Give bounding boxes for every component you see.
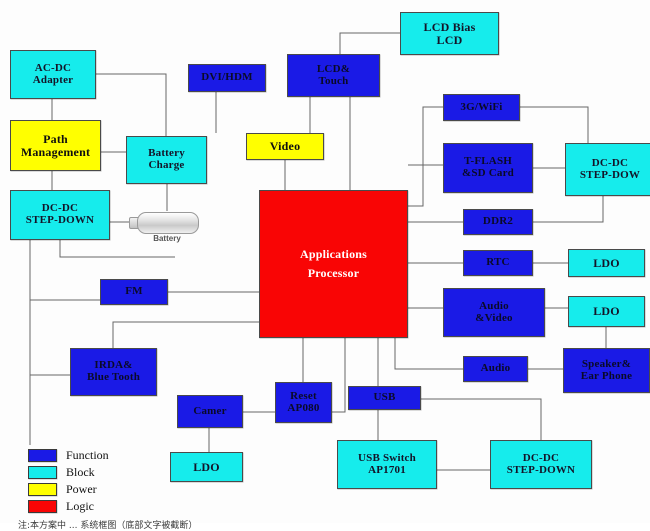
node-ldo-camera[interactable]: LDO xyxy=(170,452,243,482)
node-line: Path xyxy=(43,131,68,146)
legend-item-function: Function xyxy=(28,447,109,463)
node-ac-dc-adapter[interactable]: AC-DC Adapter xyxy=(10,50,96,99)
node-line: DC-DC xyxy=(591,156,629,169)
node-line: &SD Card xyxy=(461,167,515,179)
node-line: LCD& xyxy=(316,62,351,75)
legend-label: Block xyxy=(66,464,95,479)
legend-label: Function xyxy=(66,447,109,462)
node-line: Touch xyxy=(318,74,349,87)
node-line: Ear Phone xyxy=(580,369,633,382)
node-audio-video[interactable]: Audio &Video xyxy=(443,288,545,337)
legend-item-logic: Logic xyxy=(28,498,109,514)
node-reset[interactable]: Reset AP080 xyxy=(275,382,332,423)
node-ldo-rtc[interactable]: LDO xyxy=(568,249,645,277)
node-dc-dc-step-dow-right[interactable]: DC-DC STEP-DOW xyxy=(565,143,650,196)
node-speaker-earphone[interactable]: Speaker& Ear Phone xyxy=(563,348,650,393)
node-dc-dc-step-down-bottom[interactable]: DC-DC STEP-DOWN xyxy=(490,440,592,489)
node-line: FM xyxy=(125,285,143,298)
node-ddr2[interactable]: DDR2 xyxy=(463,209,533,235)
node-line: STEP-DOW xyxy=(579,168,641,181)
node-dc-dc-step-down-left[interactable]: DC-DC STEP-DOWN xyxy=(10,190,110,240)
legend: Function Block Power Logic xyxy=(28,447,109,515)
node-ldo-audio[interactable]: LDO xyxy=(568,296,645,327)
node-video[interactable]: Video xyxy=(246,133,324,160)
node-line: Camer xyxy=(193,404,227,417)
node-irda-bluetooth[interactable]: IRDA& Blue Tooth xyxy=(70,348,157,396)
node-line: Charge xyxy=(148,159,185,171)
node-fm[interactable]: FM xyxy=(100,279,168,305)
node-line: LCD Bias xyxy=(423,19,476,34)
legend-label: Logic xyxy=(66,498,94,513)
node-line: 3G/WiFi xyxy=(460,100,503,113)
node-line: USB Switch xyxy=(358,451,416,464)
node-battery-charge[interactable]: Battery Charge xyxy=(126,136,207,184)
node-line: AC-DC xyxy=(34,61,72,74)
node-line: LDO xyxy=(593,304,620,319)
node-dvi-hdm[interactable]: DVI/HDM xyxy=(188,64,266,92)
node-lcd-bias[interactable]: LCD Bias LCD xyxy=(400,12,499,55)
node-line: Blue Tooth xyxy=(86,371,141,383)
node-usb[interactable]: USB xyxy=(348,386,421,410)
node-line: Management xyxy=(20,144,91,159)
node-line: AP080 xyxy=(287,401,320,414)
node-line: Applications xyxy=(299,247,368,262)
battery-graphic: Battery xyxy=(129,212,205,246)
node-usb-switch[interactable]: USB Switch AP1701 xyxy=(337,440,437,489)
diagram-caption: 注:本方案中 ... 系统框图（底部文字被截断） xyxy=(18,521,198,531)
diagram-canvas: AC-DC Adapter Path Management DC-DC STEP… xyxy=(0,0,650,531)
node-line: LDO xyxy=(193,459,220,474)
node-line: DDR2 xyxy=(482,215,514,228)
legend-label: Power xyxy=(66,481,97,496)
node-line: USB xyxy=(373,391,396,404)
node-tflash-sd-card[interactable]: T-FLASH &SD Card xyxy=(443,143,533,193)
node-line: DC-DC xyxy=(522,451,560,464)
node-line: RTC xyxy=(486,256,510,269)
battery-body-icon xyxy=(137,212,199,234)
legend-swatch-power xyxy=(28,482,57,496)
node-lcd-touch[interactable]: LCD& Touch xyxy=(287,54,380,97)
node-line: Reset xyxy=(290,389,317,402)
node-line: STEP-DOWN xyxy=(25,214,95,226)
node-audio[interactable]: Audio xyxy=(463,356,528,382)
node-line: Speaker& xyxy=(581,357,632,370)
node-line: Processor xyxy=(307,266,360,280)
battery-label: Battery xyxy=(153,234,181,243)
node-line: &Video xyxy=(475,311,513,324)
node-applications-processor[interactable]: Applications Processor xyxy=(259,190,408,338)
node-line: Audio xyxy=(480,362,511,375)
node-line: Adapter xyxy=(32,73,74,86)
legend-swatch-function xyxy=(28,448,57,462)
legend-swatch-block xyxy=(28,465,57,479)
legend-swatch-logic xyxy=(28,499,57,513)
node-rtc[interactable]: RTC xyxy=(463,250,533,276)
node-line: LDO xyxy=(593,255,620,270)
node-3g-wifi[interactable]: 3G/WiFi xyxy=(443,94,520,121)
node-camera[interactable]: Camer xyxy=(177,395,243,428)
node-line: LCD xyxy=(436,32,463,47)
legend-item-block: Block xyxy=(28,464,109,480)
node-path-management[interactable]: Path Management xyxy=(10,120,101,171)
node-line: AP1701 xyxy=(368,463,406,476)
node-line: Audio xyxy=(479,299,509,312)
node-line: DVI/HDM xyxy=(201,71,253,84)
node-line: STEP-DOWN xyxy=(506,463,576,476)
legend-item-power: Power xyxy=(28,481,109,497)
node-line: Video xyxy=(269,139,301,154)
